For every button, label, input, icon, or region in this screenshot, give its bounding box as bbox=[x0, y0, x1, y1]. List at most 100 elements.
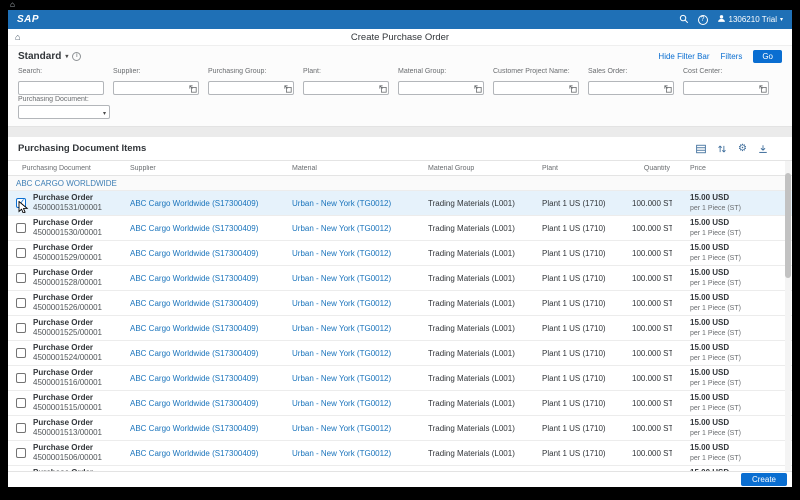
row-checkbox[interactable] bbox=[16, 273, 26, 283]
material-group-value: Trading Materials (L001) bbox=[424, 449, 538, 458]
plant-value: Plant 1 US (1710) bbox=[538, 374, 628, 383]
row-checkbox[interactable] bbox=[16, 398, 26, 408]
row-checkbox[interactable] bbox=[16, 248, 26, 258]
price-unit: per 1 Piece (ST) bbox=[690, 404, 792, 413]
row-checkbox[interactable] bbox=[16, 298, 26, 308]
table-row[interactable]: Purchase Order 4500001531/00001 ABC Carg… bbox=[8, 191, 792, 216]
supplier-link[interactable]: ABC Cargo Worldwide (S17300409) bbox=[130, 299, 258, 308]
price-value: 15.00 USD bbox=[690, 468, 792, 471]
value-help-icon[interactable] bbox=[474, 80, 482, 88]
filter-field: Plant: bbox=[303, 68, 389, 91]
table-row[interactable]: Purchase Order 4500001515/00001 ABC Carg… bbox=[8, 391, 792, 416]
scrollbar-thumb[interactable] bbox=[785, 173, 791, 278]
table-row[interactable]: Purchase Order 4500001513/00001 ABC Carg… bbox=[8, 416, 792, 441]
row-checkbox[interactable] bbox=[16, 223, 26, 233]
supplier-link[interactable]: ABC Cargo Worldwide (S17300409) bbox=[130, 249, 258, 258]
price-value: 15.00 USD bbox=[690, 193, 792, 203]
search-icon[interactable] bbox=[679, 11, 689, 29]
price-unit: per 1 Piece (ST) bbox=[690, 379, 792, 388]
column-header-plant[interactable]: Plant bbox=[538, 165, 628, 172]
column-header-price[interactable]: Price bbox=[672, 165, 792, 172]
material-link[interactable]: Urban - New York (TG0012) bbox=[292, 324, 391, 333]
material-group-value: Trading Materials (L001) bbox=[424, 324, 538, 333]
material-link[interactable]: Urban - New York (TG0012) bbox=[292, 249, 391, 258]
user-menu[interactable]: 1306210 Trial ▾ bbox=[717, 14, 784, 25]
table-row[interactable]: Purchase Order 4500001529/00001 ABC Carg… bbox=[8, 241, 792, 266]
vertical-scrollbar bbox=[785, 161, 791, 471]
table-row[interactable]: Purchase Order 4500001524/00001 ABC Carg… bbox=[8, 341, 792, 366]
supplier-link[interactable]: ABC Cargo Worldwide (S17300409) bbox=[130, 224, 258, 233]
column-header-material[interactable]: Material bbox=[288, 165, 424, 172]
material-link[interactable]: Urban - New York (TG0012) bbox=[292, 399, 391, 408]
row-checkbox[interactable] bbox=[16, 198, 26, 208]
supplier-link[interactable]: ABC Cargo Worldwide (S17300409) bbox=[130, 424, 258, 433]
material-group-value: Trading Materials (L001) bbox=[424, 199, 538, 208]
table-row[interactable]: Purchase Order 4500001525/00001 ABC Carg… bbox=[8, 316, 792, 341]
table-row[interactable]: Purchase Order 4500001516/00001 ABC Carg… bbox=[8, 366, 792, 391]
value-help-icon[interactable] bbox=[759, 80, 767, 88]
table-layout-icon[interactable] bbox=[696, 144, 706, 154]
column-header-material-group[interactable]: Material Group bbox=[424, 165, 538, 172]
filter-field-input[interactable] bbox=[303, 81, 389, 95]
filter-field-input[interactable] bbox=[398, 81, 484, 95]
table-row[interactable]: Purchase Order 4500001528/00001 ABC Carg… bbox=[8, 266, 792, 291]
supplier-link[interactable]: ABC Cargo Worldwide (S17300409) bbox=[130, 274, 258, 283]
home-icon[interactable]: ⌂ bbox=[10, 0, 15, 10]
material-link[interactable]: Urban - New York (TG0012) bbox=[292, 199, 391, 208]
group-header[interactable]: ABC CARGO WORLDWIDE bbox=[8, 176, 792, 191]
value-help-icon[interactable] bbox=[569, 80, 577, 88]
material-link[interactable]: Urban - New York (TG0012) bbox=[292, 424, 391, 433]
table-row[interactable]: Purchase Order 4500001506/00001 ABC Carg… bbox=[8, 441, 792, 466]
filter-field-input[interactable] bbox=[18, 81, 104, 95]
column-header-purchasing-document[interactable]: Purchasing Document bbox=[8, 165, 126, 172]
table-row[interactable]: Purchase Order 4500001504/00001 ABC Carg… bbox=[8, 466, 792, 471]
row-checkbox[interactable] bbox=[16, 448, 26, 458]
value-help-icon[interactable] bbox=[664, 80, 672, 88]
nav-home-icon[interactable]: ⌂ bbox=[15, 33, 20, 42]
plant-value: Plant 1 US (1710) bbox=[538, 224, 628, 233]
table-row[interactable]: Purchase Order 4500001526/00001 ABC Carg… bbox=[8, 291, 792, 316]
supplier-link[interactable]: ABC Cargo Worldwide (S17300409) bbox=[130, 199, 258, 208]
material-link[interactable]: Urban - New York (TG0012) bbox=[292, 274, 391, 283]
supplier-link[interactable]: ABC Cargo Worldwide (S17300409) bbox=[130, 374, 258, 383]
row-checkbox[interactable] bbox=[16, 373, 26, 383]
column-header-quantity[interactable]: Quantity bbox=[628, 165, 672, 172]
settings-gear-icon[interactable]: ⚙ bbox=[738, 144, 747, 154]
supplier-link[interactable]: ABC Cargo Worldwide (S17300409) bbox=[130, 399, 258, 408]
plant-value: Plant 1 US (1710) bbox=[538, 399, 628, 408]
material-link[interactable]: Urban - New York (TG0012) bbox=[292, 224, 391, 233]
filter-field-input[interactable] bbox=[588, 81, 674, 95]
plant-value: Plant 1 US (1710) bbox=[538, 249, 628, 258]
help-icon[interactable]: ? bbox=[698, 15, 708, 25]
row-checkbox[interactable] bbox=[16, 348, 26, 358]
title-bar: ⌂ Create Purchase Order bbox=[8, 29, 792, 46]
material-link[interactable]: Urban - New York (TG0012) bbox=[292, 299, 391, 308]
table-row[interactable]: Purchase Order 4500001530/00001 ABC Carg… bbox=[8, 216, 792, 241]
document-number: 4500001529/00001 bbox=[33, 253, 102, 263]
filter-field-input[interactable] bbox=[493, 81, 579, 95]
row-checkbox[interactable] bbox=[16, 323, 26, 333]
supplier-link[interactable]: ABC Cargo Worldwide (S17300409) bbox=[130, 324, 258, 333]
supplier-link[interactable]: ABC Cargo Worldwide (S17300409) bbox=[130, 349, 258, 358]
create-button[interactable]: Create bbox=[741, 473, 787, 486]
value-help-icon[interactable] bbox=[189, 80, 197, 88]
value-help-icon[interactable] bbox=[379, 80, 387, 88]
filters-link[interactable]: Filters bbox=[721, 52, 743, 61]
material-link[interactable]: Urban - New York (TG0012) bbox=[292, 449, 391, 458]
filter-field-input[interactable] bbox=[113, 81, 199, 95]
material-link[interactable]: Urban - New York (TG0012) bbox=[292, 374, 391, 383]
go-button[interactable]: Go bbox=[753, 50, 782, 63]
supplier-link[interactable]: ABC Cargo Worldwide (S17300409) bbox=[130, 449, 258, 458]
purchasing-document-select[interactable]: ▾ bbox=[18, 105, 110, 119]
filter-field-input[interactable] bbox=[208, 81, 294, 95]
material-link[interactable]: Urban - New York (TG0012) bbox=[292, 349, 391, 358]
variant-selector[interactable]: Standard ▾ i bbox=[18, 51, 81, 62]
export-download-icon[interactable] bbox=[758, 144, 768, 154]
row-checkbox[interactable] bbox=[16, 423, 26, 433]
value-help-icon[interactable] bbox=[284, 80, 292, 88]
column-header-supplier[interactable]: Supplier bbox=[126, 165, 288, 172]
price-value: 15.00 USD bbox=[690, 343, 792, 353]
hide-filter-bar-link[interactable]: Hide Filter Bar bbox=[658, 52, 709, 61]
sort-icon[interactable] bbox=[717, 144, 727, 154]
filter-field-input[interactable] bbox=[683, 81, 769, 95]
